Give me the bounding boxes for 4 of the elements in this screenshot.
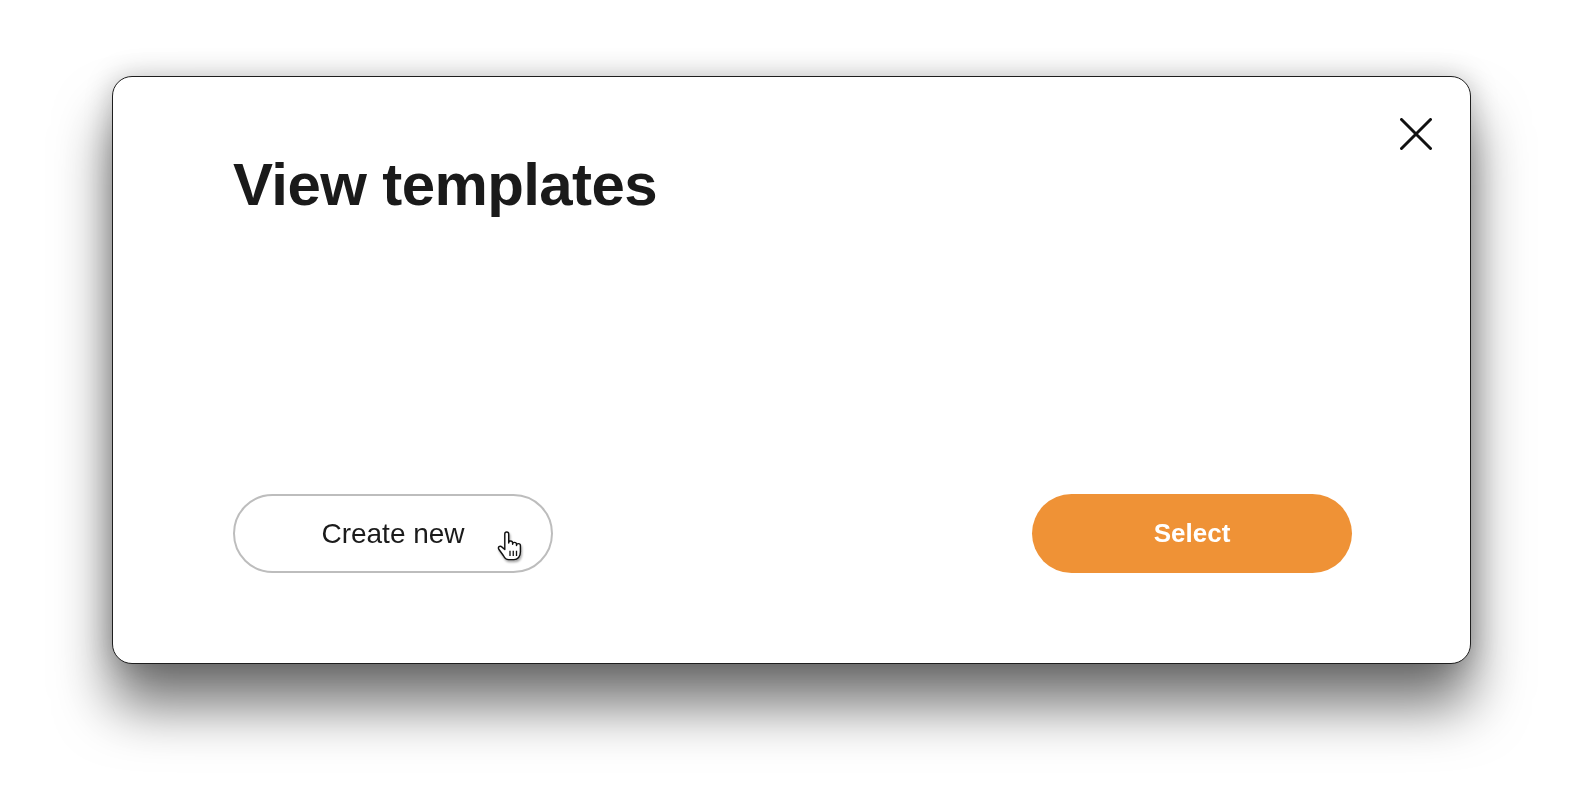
dialog-title: View templates — [233, 155, 658, 215]
close-button[interactable] — [1400, 118, 1432, 150]
outline-button[interactable]: Create new — [233, 494, 553, 573]
close-icon — [1400, 118, 1432, 150]
